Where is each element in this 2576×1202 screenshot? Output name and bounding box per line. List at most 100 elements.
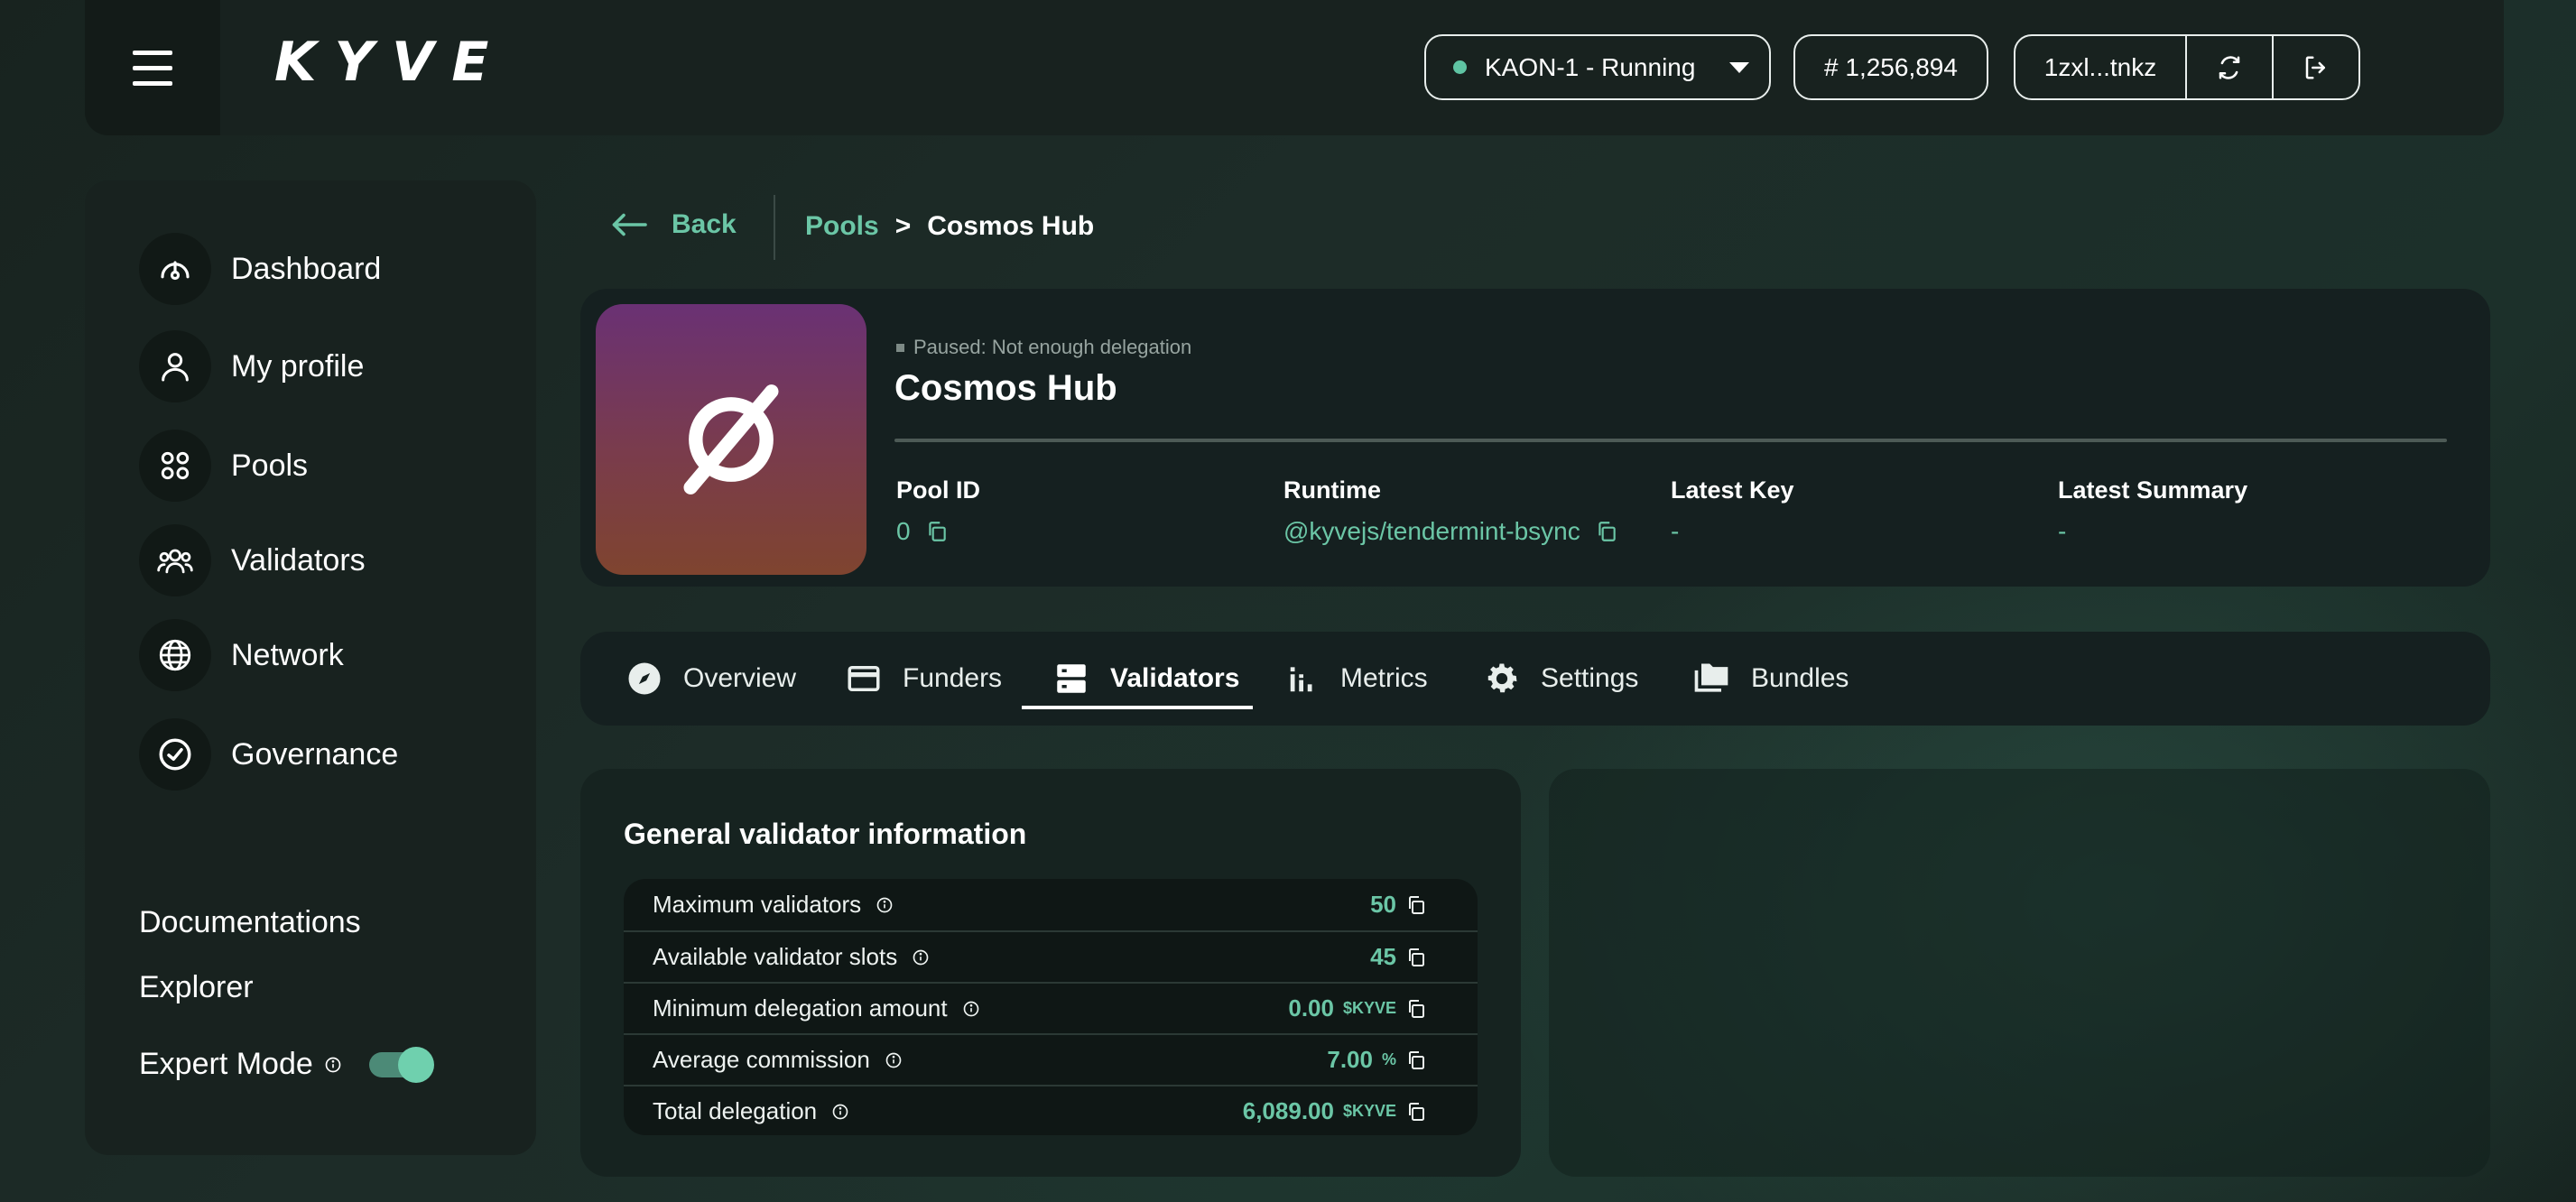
tab-bundles[interactable]: Bundles	[1691, 632, 1849, 726]
gear-icon	[1487, 663, 1517, 693]
explorer-link[interactable]: Explorer	[139, 970, 254, 1005]
refresh-button[interactable]	[2187, 36, 2272, 98]
sidebar-item-governance[interactable]: Governance	[139, 717, 518, 791]
pool-status: Paused: Not enough delegation	[896, 336, 1191, 359]
table-row: Maximum validators 50	[624, 879, 1478, 930]
sidebar-item-label: Pools	[231, 448, 309, 483]
row-value: 50	[1370, 891, 1396, 918]
folders-icon	[1694, 663, 1728, 692]
sidebar-item-label: Validators	[231, 542, 366, 578]
tab-settings[interactable]: Settings	[1483, 632, 1638, 726]
sidebar: Dashboard My profile Pools Validators Ne…	[85, 180, 536, 1155]
credit-card-icon	[848, 666, 880, 691]
copy-icon[interactable]	[925, 520, 949, 543]
row-value: 6,089.00	[1242, 1097, 1334, 1124]
logout-button[interactable]	[2272, 36, 2358, 98]
pool-id-label: Pool ID	[896, 476, 980, 504]
block-height-badge[interactable]: # 1,256,894	[1793, 34, 1988, 100]
tab-label: Metrics	[1340, 663, 1428, 693]
sidebar-item-label: Dashboard	[231, 251, 382, 286]
copy-icon[interactable]	[1405, 947, 1427, 968]
tab-validators[interactable]: Validators	[1052, 632, 1239, 726]
sidebar-item-label: Governance	[231, 736, 399, 772]
table-row: Minimum delegation amount 0.00 $KYVE	[624, 982, 1478, 1033]
breadcrumb-current: Cosmos Hub	[927, 211, 1095, 241]
runtime-field: Runtime @kyvejs/tendermint-bsync	[1283, 476, 1618, 546]
copy-icon[interactable]	[1405, 1101, 1427, 1123]
validator-info-table: Maximum validators 50 Available validato…	[624, 879, 1478, 1135]
pool-tabs: Overview Funders Validators Metrics Sett…	[580, 632, 2490, 726]
check-circle-icon	[159, 738, 191, 771]
copy-icon[interactable]	[1405, 1049, 1427, 1071]
latest-key-field: Latest Key -	[1671, 476, 1794, 546]
info-icon[interactable]	[324, 1056, 342, 1074]
sidebar-item-pools[interactable]: Pools	[139, 429, 518, 503]
latest-summary-field: Latest Summary -	[2058, 476, 2247, 546]
info-icon[interactable]	[831, 1103, 849, 1121]
tab-label: Settings	[1541, 663, 1639, 693]
documentations-link[interactable]: Documentations	[139, 905, 361, 940]
wallet-address-button[interactable]: 1zxl...tnkz	[2015, 36, 2187, 98]
sidebar-item-label: Network	[231, 637, 344, 672]
pool-id-value: 0	[896, 517, 911, 545]
row-label: Available validator slots	[653, 943, 898, 970]
refresh-icon	[2219, 55, 2240, 79]
server-icon	[1057, 664, 1086, 693]
empty-panel	[1549, 769, 2490, 1177]
back-button[interactable]: Back	[610, 209, 737, 240]
menu-icon	[133, 50, 172, 55]
sidebar-item-validators[interactable]: Validators	[139, 523, 518, 597]
pool-progress-divider	[894, 439, 2447, 442]
row-unit: %	[1381, 1050, 1396, 1068]
info-icon[interactable]	[962, 1000, 980, 1018]
copy-icon[interactable]	[1595, 520, 1618, 543]
card-title: General validator information	[624, 818, 1027, 850]
pools-grid-icon	[161, 451, 190, 480]
tab-label: Overview	[683, 663, 797, 693]
tab-label: Bundles	[1751, 663, 1849, 693]
tab-label: Validators	[1110, 663, 1240, 693]
kyve-logo[interactable]: KYVE	[274, 31, 506, 94]
runtime-value[interactable]: @kyvejs/tendermint-bsync	[1283, 517, 1580, 546]
row-label: Total delegation	[653, 1097, 818, 1124]
breadcrumb-separator: >	[894, 211, 912, 241]
network-status-label: KAON-1 - Running	[1485, 52, 1696, 81]
latest-summary-value: -	[2058, 517, 2067, 545]
latest-key-label: Latest Key	[1671, 476, 1794, 504]
sidebar-item-dashboard[interactable]: Dashboard	[139, 232, 518, 306]
hamburger-menu-button[interactable]	[85, 0, 220, 135]
users-group-icon	[157, 549, 193, 574]
bar-chart-icon	[1290, 667, 1312, 692]
tab-overview[interactable]: Overview	[625, 632, 796, 726]
sidebar-item-network[interactable]: Network	[139, 618, 518, 692]
breadcrumb: Pools > Cosmos Hub	[805, 211, 1094, 242]
block-height-label: # 1,256,894	[1824, 52, 1958, 81]
sidebar-item-my-profile[interactable]: My profile	[139, 329, 518, 403]
expert-mode-toggle[interactable]	[368, 1046, 434, 1083]
info-icon[interactable]	[876, 896, 894, 914]
status-dot-icon	[1453, 60, 1467, 74]
arrow-left-icon	[612, 213, 647, 236]
tab-funders[interactable]: Funders	[845, 632, 1002, 726]
active-tab-indicator	[1022, 706, 1253, 709]
info-icon[interactable]	[912, 948, 930, 966]
copy-icon[interactable]	[1405, 894, 1427, 916]
copy-icon[interactable]	[1405, 998, 1427, 1020]
info-icon[interactable]	[885, 1051, 903, 1069]
row-value: 0.00	[1288, 994, 1334, 1022]
pool-status-text: Paused: Not enough delegation	[913, 336, 1192, 358]
table-row: Average commission 7.00 %	[624, 1033, 1478, 1085]
chevron-down-icon	[1729, 61, 1750, 73]
gauge-icon	[161, 261, 190, 281]
breadcrumb-pools-link[interactable]: Pools	[805, 211, 879, 242]
user-icon	[162, 353, 189, 382]
pool-id-field: Pool ID 0	[896, 476, 980, 546]
network-selector[interactable]: KAON-1 - Running	[1424, 34, 1771, 100]
table-row: Available validator slots 45	[624, 930, 1478, 982]
row-unit: $KYVE	[1342, 999, 1396, 1017]
pool-title: Cosmos Hub	[894, 368, 1117, 408]
cosmos-empty-set-icon	[683, 384, 779, 495]
tab-metrics[interactable]: Metrics	[1286, 632, 1428, 726]
sidebar-item-label: My profile	[231, 348, 365, 384]
row-value: 45	[1370, 943, 1396, 970]
